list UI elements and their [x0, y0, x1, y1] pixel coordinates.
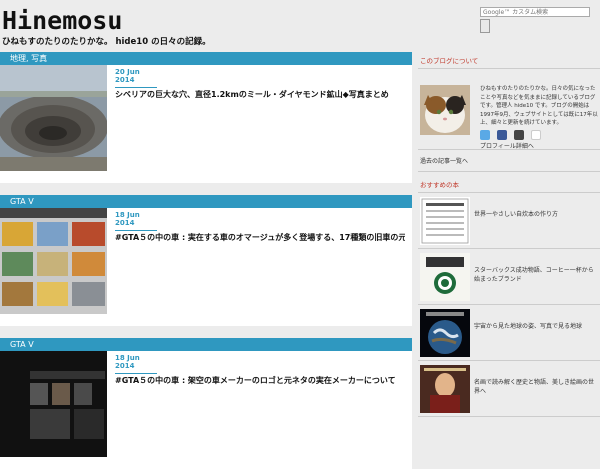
- recommend-item[interactable]: 名画で読み解く歴史と物語、美しき絵画の世界へ: [418, 361, 600, 417]
- google-plus-icon[interactable]: [514, 130, 525, 140]
- sidebar-heading-profile: このブログについて: [418, 52, 600, 69]
- post-date: 18 Jun 2014: [115, 211, 157, 231]
- recommend-title[interactable]: スターバックス成功物語、コーヒー一杯から始まったブランド: [474, 265, 598, 283]
- twitter-icon[interactable]: [480, 130, 490, 140]
- post-thumbnail-mine[interactable]: [0, 65, 107, 171]
- book-cover[interactable]: [420, 253, 470, 301]
- sidebar: このブログについて ひねもすのたりのたりかな。日々の気になったことや写真などを気…: [418, 52, 600, 417]
- post-card: GTA V 18 Jun 2014 #GTA５の中の車 : 実在する車のオマージ…: [0, 195, 412, 326]
- search-button[interactable]: [480, 19, 490, 33]
- post-title[interactable]: #GTA５の中の車 : 架空の車メーカーのロゴと元ネタの実在メーカーについて: [115, 375, 405, 386]
- post-title[interactable]: #GTA５の中の車 : 実在する車のオマージュが多く登場する、17種類の旧車の元…: [115, 232, 405, 243]
- post-date: 18 Jun 2014: [115, 354, 157, 374]
- post-thumbnail-cars[interactable]: [0, 208, 107, 314]
- post-category[interactable]: GTA V: [0, 195, 412, 208]
- recommend-item[interactable]: 宇宙から見た地球の姿、写真で見る地球: [418, 305, 600, 361]
- facebook-icon[interactable]: [497, 130, 508, 140]
- recommend-title[interactable]: 世界一やさしい自炊本の作り方: [474, 209, 598, 218]
- site-title[interactable]: Hinemosu: [2, 6, 122, 35]
- post-title[interactable]: シベリアの巨大な穴、直径1.2kmのミール・ダイヤモンド鉱山◆写真まとめ: [115, 89, 405, 100]
- book-cover[interactable]: [420, 365, 470, 413]
- profile-description: ひねもすのたりのたりかな。日々の気になったことや写真などを気ままに記録しているブ…: [480, 86, 598, 126]
- flickr-icon[interactable]: [531, 130, 542, 140]
- profile-widget: ひねもすのたりのたりかな。日々の気になったことや写真などを気ままに記録しているブ…: [418, 69, 600, 150]
- post-date: 20 Jun 2014: [115, 68, 157, 88]
- recommend-item[interactable]: スターバックス成功物語、コーヒー一杯から始まったブランド: [418, 249, 600, 305]
- post-category[interactable]: GTA V: [0, 338, 412, 351]
- recommend-title[interactable]: 名画で読み解く歴史と物語、美しき絵画の世界へ: [474, 377, 598, 395]
- book-cover[interactable]: [420, 197, 470, 245]
- main-content: 地理, 写真 20 Jun 2014 シベリアの巨大な穴、直径1.2kmのミール…: [0, 52, 412, 469]
- post-card: 地理, 写真 20 Jun 2014 シベリアの巨大な穴、直径1.2kmのミール…: [0, 52, 412, 183]
- recommend-item[interactable]: 世界一やさしい自炊本の作り方: [418, 193, 600, 249]
- avatar[interactable]: [420, 85, 470, 135]
- book-cover[interactable]: [420, 309, 470, 357]
- profile-link[interactable]: プロフィール詳細へ: [480, 141, 534, 150]
- social-icons: [480, 125, 543, 140]
- post-card: GTA V 18 Jun 2014 #GTA５の中の車 : 架空の車メーカーのロ…: [0, 338, 412, 469]
- sidebar-heading-recommend: おすすめの本: [418, 176, 600, 193]
- post-category[interactable]: 地理, 写真: [0, 52, 412, 65]
- site-tagline: ひねもすのたりのたりかな。 hide10 の日々の記録。: [2, 37, 211, 47]
- recommend-title[interactable]: 宇宙から見た地球の姿、写真で見る地球: [474, 321, 598, 330]
- search-input[interactable]: Google™ カスタム検索: [480, 7, 590, 17]
- archive-link[interactable]: 過去の記事一覧へ: [418, 150, 600, 172]
- post-thumbnail-logos[interactable]: [0, 351, 107, 457]
